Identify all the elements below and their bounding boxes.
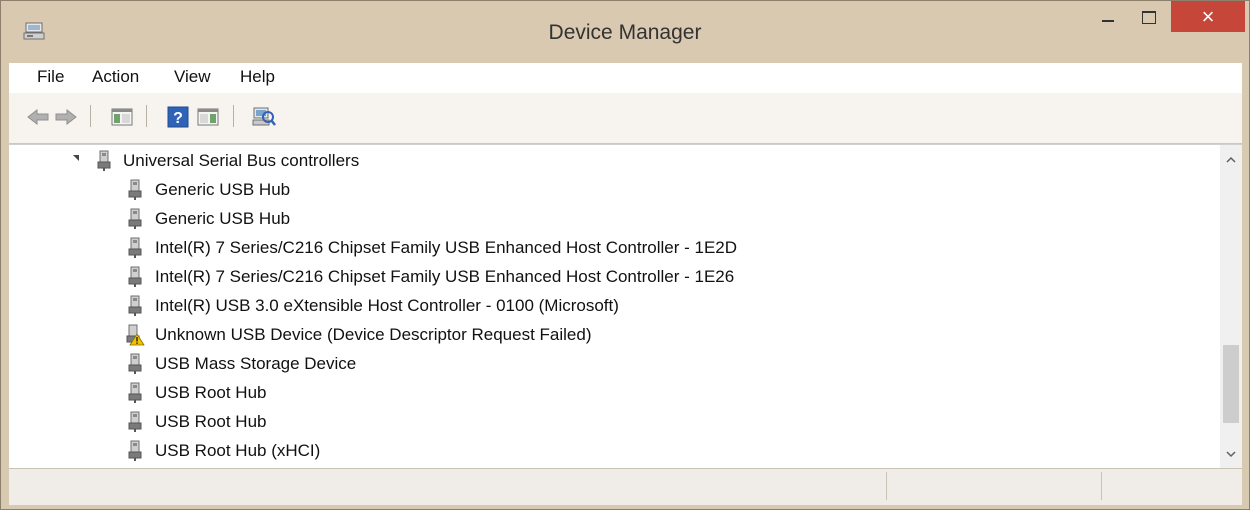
status-pane-divider [886,472,887,500]
tree-device-label: USB Mass Storage Device [155,354,357,373]
menu-view[interactable]: View [174,67,211,87]
show-hide-console-tree-button[interactable] [109,105,135,129]
usb-controller-icon [97,150,111,171]
device-tree[interactable]: Universal Serial Bus controllers Generic… [9,144,1242,468]
menu-file[interactable]: File [37,67,64,87]
tree-device-row[interactable]: Intel(R) USB 3.0 eXtensible Host Control… [9,291,1209,320]
usb-device-icon [128,237,142,258]
usb-device-icon [128,179,142,200]
forward-icon [55,108,77,126]
svg-text:?: ? [173,110,183,127]
tree-device-row[interactable]: Generic USB Hub [9,204,1209,233]
scan-hardware-button[interactable] [251,105,277,129]
tree-device-label: Intel(R) USB 3.0 eXtensible Host Control… [155,296,619,315]
usb-device-icon [128,266,142,287]
scroll-down-button[interactable] [1220,444,1242,464]
maximize-icon [1142,10,1156,24]
forward-button[interactable] [53,105,79,129]
device-manager-window: Device Manager × File Action View Help ? [0,0,1250,510]
tree-device-label: Intel(R) 7 Series/C216 Chipset Family US… [155,267,735,286]
scrollbar-thumb[interactable] [1223,345,1239,423]
tree-device-row[interactable]: Intel(R) 7 Series/C216 Chipset Family US… [9,262,1209,291]
scan-hardware-icon [252,107,276,126]
warning-device-icon [126,324,145,346]
close-button[interactable]: × [1171,1,1245,32]
tree-device-row[interactable]: USB Root Hub [9,378,1209,407]
back-button[interactable] [25,105,51,129]
tree-device-row[interactable]: Generic USB Hub [9,175,1209,204]
help-icon: ? [167,106,189,128]
status-bar [9,468,1242,505]
back-icon [27,108,49,126]
minimize-button[interactable] [1088,1,1128,33]
tree-device-label: Intel(R) 7 Series/C216 Chipset Family US… [155,238,738,257]
menu-bar: File Action View Help [9,63,1242,93]
toolbar: ? [9,93,1242,144]
scroll-up-button[interactable] [1220,149,1242,169]
usb-device-icon [128,382,142,403]
toolbar-separator [90,105,91,127]
usb-device-icon [128,295,142,316]
close-icon: × [1201,3,1215,29]
tree-device-row[interactable]: USB Root Hub [9,407,1209,436]
menu-action[interactable]: Action [92,67,139,87]
usb-device-icon [128,353,142,374]
tree-device-label: USB Root Hub [155,383,267,402]
tree-device-label: Unknown USB Device (Device Descriptor Re… [155,325,592,344]
chevron-up-icon [1226,156,1236,163]
title-bar[interactable]: Device Manager × [1,1,1249,63]
show-hide-console-tree-icon [111,108,133,126]
tree-device-label: USB Root Hub [155,412,267,431]
window-title: Device Manager [548,21,702,44]
tree-category-row[interactable]: Universal Serial Bus controllers [9,146,1209,175]
usb-device-icon [128,208,142,229]
tree-device-row[interactable]: Unknown USB Device (Device Descriptor Re… [9,320,1209,349]
tree-device-label: Generic USB Hub [155,180,291,199]
show-hide-action-pane-button[interactable] [195,105,221,129]
show-hide-action-pane-icon [197,108,219,126]
toolbar-separator [146,105,147,127]
usb-device-icon [128,411,142,432]
tree-device-label: USB Root Hub (xHCI) [155,441,321,460]
collapse-arrow-icon[interactable] [73,155,79,161]
vertical-scrollbar[interactable] [1220,145,1242,468]
chevron-down-icon [1226,450,1236,457]
menu-help[interactable]: Help [240,67,275,87]
usb-device-icon [128,440,142,461]
status-pane-divider [1101,472,1102,500]
tree-device-row[interactable]: Intel(R) 7 Series/C216 Chipset Family US… [9,233,1209,262]
tree-device-label: Generic USB Hub [155,209,291,228]
minimize-icon [1102,20,1114,22]
tree-device-row[interactable]: USB Mass Storage Device [9,349,1209,378]
help-button[interactable]: ? [165,105,191,129]
tree-category-label: Universal Serial Bus controllers [123,151,360,170]
toolbar-separator [233,105,234,127]
tree-device-row[interactable]: USB Root Hub (xHCI) [9,436,1209,465]
maximize-button[interactable] [1128,1,1170,33]
